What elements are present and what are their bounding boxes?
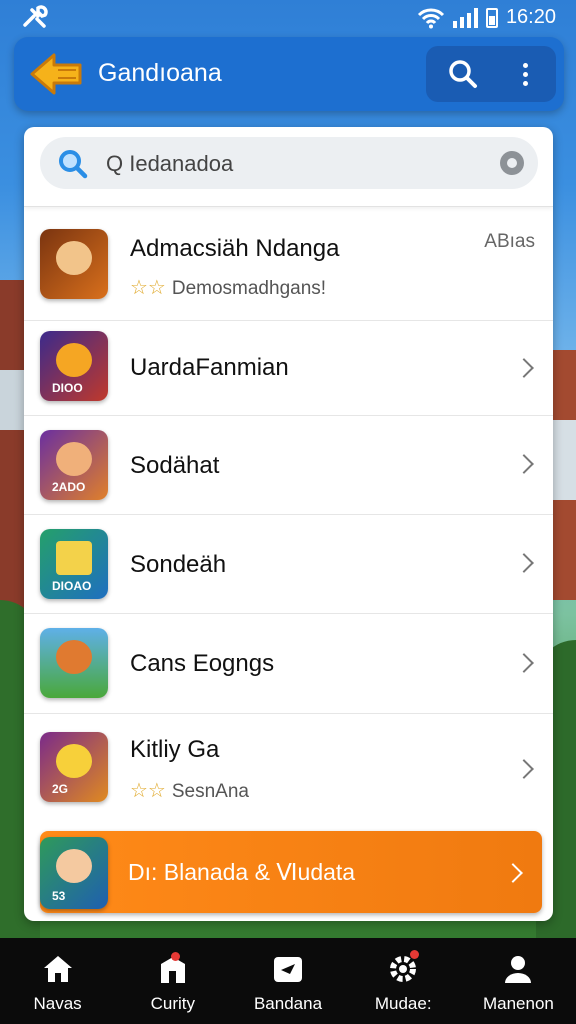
wifi-icon	[417, 8, 444, 28]
home-icon	[43, 956, 72, 982]
item-subtitle: Demosmadhgans!	[171, 278, 327, 299]
list-item[interactable]: DIOAO Sondeäh	[24, 515, 553, 614]
search-query: Q Iedanadoa	[106, 151, 234, 176]
promo-banner[interactable]: 53 Dı: Blanada & Ⅵudata	[40, 831, 542, 913]
list-item[interactable]: 2G Kitliy Ga ☆☆ SesnAna	[24, 714, 553, 824]
game-thumbnail: DIOO	[40, 331, 108, 401]
item-title: Sondeäh	[130, 551, 227, 578]
item-subtitle: SesnAna	[171, 781, 249, 802]
item-title: Sodähat	[130, 452, 220, 479]
game-thumbnail: 2G	[40, 732, 108, 802]
video-icon	[274, 957, 302, 982]
rating-stars: ☆☆	[130, 277, 166, 299]
game-thumbnail: 2ADO	[40, 430, 108, 500]
game-thumbnail	[40, 628, 108, 698]
list-item[interactable]: Admacsiäh Ndanga ☆☆ Demosmadhgans! ABıas	[24, 211, 553, 321]
background-house-right	[552, 350, 576, 600]
battery-icon	[485, 7, 498, 28]
list-item[interactable]: 2ADO Sodähat	[24, 416, 553, 515]
chevron-right-icon	[514, 358, 534, 378]
game-thumbnail: DIOAO	[40, 529, 108, 599]
clear-icon[interactable]	[500, 151, 524, 175]
status-time: 16:20	[505, 6, 556, 28]
chevron-right-icon	[514, 553, 534, 573]
item-title: Kitliy Ga	[130, 736, 220, 763]
nav-item-bandana[interactable]: Bandana	[230, 938, 345, 1024]
nav-item-manenon[interactable]: Manenon	[461, 938, 576, 1024]
search-field-icon	[59, 150, 88, 179]
profile-icon	[505, 956, 532, 983]
more-vert-icon[interactable]	[500, 46, 550, 102]
promo-text: Dı: Blanada & Ⅵudata	[128, 859, 356, 885]
appbar-actions	[426, 46, 556, 102]
search-icon[interactable]	[426, 46, 500, 102]
chevron-right-icon	[514, 653, 534, 673]
search-area: Q Iedanadoa	[24, 127, 553, 207]
signal-icon	[452, 7, 478, 28]
item-title: Cans Eogngs	[130, 650, 275, 677]
results-card: Q Iedanadoa Admacsiäh Ndanga ☆☆ Demosmadh…	[24, 127, 553, 921]
search-input[interactable]: Q Iedanadoa	[40, 137, 538, 189]
list-item[interactable]: Cans Eogngs	[24, 614, 553, 714]
nav-item-curity[interactable]: Curity	[115, 938, 230, 1024]
page-title: Gandıoana	[98, 59, 222, 87]
chevron-right-icon	[503, 863, 523, 883]
bottom-navigation: Navas Curity Bandana Mudae: Manenon	[0, 938, 576, 1024]
chevron-right-icon	[514, 454, 534, 474]
rating-stars: ☆☆	[130, 780, 166, 802]
item-meta: ABıas	[484, 231, 535, 252]
chevron-right-icon	[514, 759, 534, 779]
top-app-bar: Gandıoana	[14, 37, 564, 111]
tools-icon	[22, 5, 50, 35]
item-title: UardaFanmian	[130, 354, 289, 381]
item-title: Admacsiäh Ndanga	[130, 235, 340, 262]
notification-dot	[409, 950, 419, 959]
nav-item-mudae[interactable]: Mudae:	[346, 938, 461, 1024]
nav-item-navas[interactable]: Navas	[0, 938, 115, 1024]
promo-thumbnail: 53	[40, 837, 108, 909]
game-thumbnail	[40, 229, 108, 299]
list-item[interactable]: DIOO UardaFanmian	[24, 321, 553, 416]
status-bar: 16:20	[0, 0, 576, 36]
back-arrow-icon[interactable]	[28, 49, 88, 99]
